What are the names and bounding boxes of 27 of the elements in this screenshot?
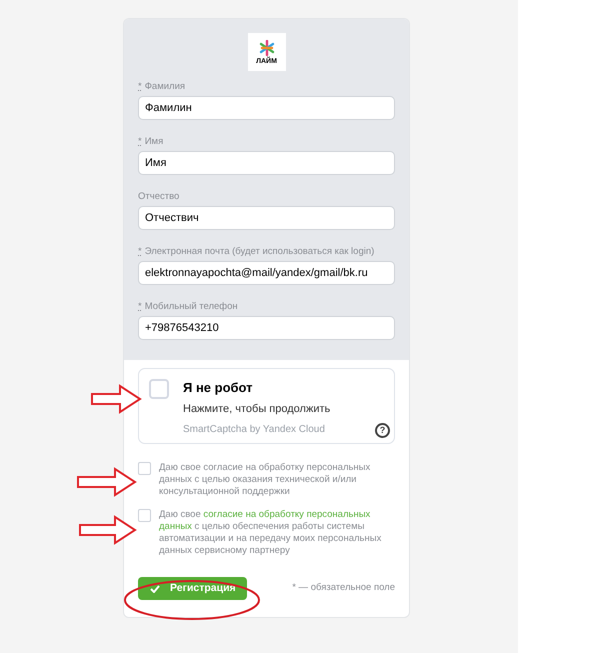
field-label: Фамилия [144, 80, 186, 94]
input-field[interactable]: Фамилин [138, 96, 395, 120]
field-label: Мобильный телефон [144, 300, 238, 314]
input-field[interactable]: elektronnayapochta@mail/yandex/gmail/bk.ru [138, 261, 395, 285]
input-field[interactable]: Отчествич [138, 206, 395, 230]
field-label: Отчество [138, 190, 180, 204]
input-field[interactable]: +79876543210 [138, 316, 395, 340]
field-label: Электронная почта (будет использоваться как login) [144, 245, 374, 260]
captcha-brand: SmartCaptcha by Yandex Cloud [183, 423, 326, 436]
field-label: Имя [144, 135, 164, 150]
required-mark: * [138, 300, 142, 314]
required-mark: * [138, 80, 142, 94]
required-mark: * [138, 135, 142, 150]
check-icon [150, 584, 160, 592]
consent-checkbox[interactable] [138, 462, 151, 475]
captcha-subtitle: Нажмите, чтобы продолжить [183, 402, 330, 416]
required-mark: * [138, 245, 142, 260]
captcha-widget[interactable]: Я не робот Нажмите, чтобы продолжить SmartCaptcha by Yandex Cloud ? [138, 368, 395, 444]
logo-icon [258, 40, 274, 56]
captcha-checkbox[interactable] [149, 379, 169, 399]
consent-checkbox[interactable] [138, 509, 151, 522]
consent-text: Даю свое согласие на обработку персональных данных с целью обеспечения работы системы автоматизации и на передачу моих персональных данных сервисному партнеру [159, 509, 382, 557]
input-field[interactable]: Имя [138, 151, 395, 175]
required-note: * — обязательное поле [292, 581, 395, 596]
captcha-title: Я не робот [183, 380, 254, 396]
consent-text: Даю свое согласие на обработку персональных данных с целью оказания технической и/или консультационной поддержки [159, 462, 372, 498]
help-button[interactable]: ? [375, 423, 390, 438]
